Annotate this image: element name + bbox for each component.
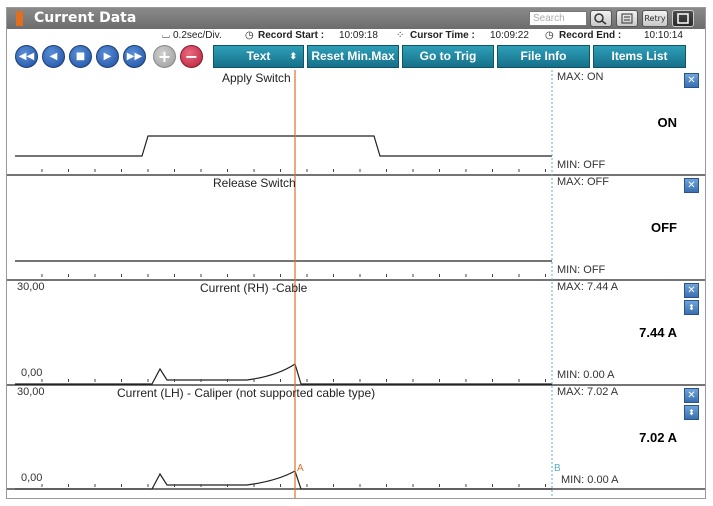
current-value: OFF [651, 220, 677, 235]
current-data-window: Current Data Search Retry ⌴ 0.2sec/Div. … [6, 7, 706, 499]
min-text: MIN: 0.00 A [561, 474, 619, 486]
items-list-button[interactable]: Items List [593, 45, 686, 68]
panel-title: Current (RH) -Cable [200, 281, 308, 295]
fast-forward-button[interactable]: ▶▶ [123, 45, 146, 68]
reset-min-max-button[interactable]: Reset Min.Max [307, 45, 399, 68]
apply-switch-trace [15, 135, 552, 157]
current-rh-trace [15, 363, 552, 385]
panel-title: Apply Switch [222, 71, 291, 85]
current-value: ON [657, 115, 678, 130]
toolbar: ◀◀ ◀ ■ ▶ ▶▶ + − Text ⬍ Reset Min.Max Go … [7, 43, 705, 70]
stop-button[interactable]: ■ [69, 45, 92, 68]
close-icon[interactable]: ✕ [684, 73, 699, 88]
step-back-button[interactable]: ◀ [42, 45, 65, 68]
text-select[interactable]: Text ⬍ [213, 45, 304, 68]
add-button[interactable]: + [153, 45, 176, 68]
app-icon [16, 11, 23, 26]
y-min-label: 0,00 [21, 472, 43, 484]
updown-icon: ⬍ [289, 51, 297, 61]
crosshair-icon: ⁘ [396, 30, 405, 41]
max-text: MAX: OFF [557, 176, 609, 188]
close-icon[interactable]: ✕ [684, 388, 699, 403]
record-start-label: Record Start : [258, 30, 325, 41]
go-to-trig-button[interactable]: Go to Trig [402, 45, 494, 68]
panel-title: Release Switch [213, 176, 296, 190]
rewind-fast-button[interactable]: ◀◀ [15, 45, 38, 68]
min-text: MIN: OFF [557, 264, 606, 276]
list-icon[interactable] [616, 10, 638, 27]
current-value: 7.02 A [639, 430, 677, 445]
close-icon[interactable]: ✕ [684, 283, 699, 298]
cursor-time-label: Cursor Time : [410, 30, 475, 41]
text-select-label: Text [246, 49, 271, 63]
current-value: 7.44 A [639, 325, 677, 340]
scale-icon[interactable]: ⬍ [684, 405, 699, 420]
remove-button[interactable]: − [180, 45, 203, 68]
time-div-icon: ⌴ [162, 30, 170, 41]
y-max-label: 30,00 [17, 281, 45, 293]
close-icon[interactable]: ✕ [684, 178, 699, 193]
info-bar: ⌴ 0.2sec/Div. ◷ Record Start : 10:09:18 … [7, 29, 705, 43]
clock-icon: ◷ [245, 30, 254, 41]
time-ticks [41, 169, 546, 487]
search-icon[interactable] [590, 10, 612, 27]
y-max-label: 30,00 [17, 386, 45, 398]
play-button[interactable]: ▶ [96, 45, 119, 68]
panel-title: Current (LH) - Caliper (not supported ca… [117, 386, 376, 400]
y-min-label: 0,00 [21, 367, 43, 379]
cursor-time: 10:09:22 [490, 30, 529, 41]
record-end-label: Record End : [559, 30, 622, 41]
retry-button[interactable]: Retry [642, 10, 668, 27]
min-text: MIN: OFF [557, 159, 606, 171]
max-text: MAX: 7.02 A [557, 386, 619, 398]
max-text: MAX: ON [557, 71, 604, 83]
cursor-b-label: B [554, 463, 561, 474]
title-bar: Current Data Search Retry [7, 8, 705, 29]
search-input[interactable]: Search [529, 11, 587, 26]
clock-icon: ◷ [545, 30, 554, 41]
window-title: Current Data [34, 10, 137, 26]
time-div: 0.2sec/Div. [173, 30, 222, 41]
maximize-icon[interactable] [672, 10, 694, 27]
max-text: MAX: 7.44 A [557, 281, 619, 293]
file-info-button[interactable]: File Info [497, 45, 590, 68]
graph-area: Apply Switch MAX: ON ON MIN: OFF ✕ Relea… [7, 70, 705, 498]
min-text: MIN: 0.00 A [557, 369, 615, 381]
scale-icon[interactable]: ⬍ [684, 300, 699, 315]
cursor-a-label: A [297, 463, 304, 474]
record-start: 10:09:18 [339, 30, 378, 41]
current-lh-trace [15, 470, 552, 490]
retry-label: Retry [644, 14, 666, 23]
record-end: 10:10:14 [644, 30, 683, 41]
